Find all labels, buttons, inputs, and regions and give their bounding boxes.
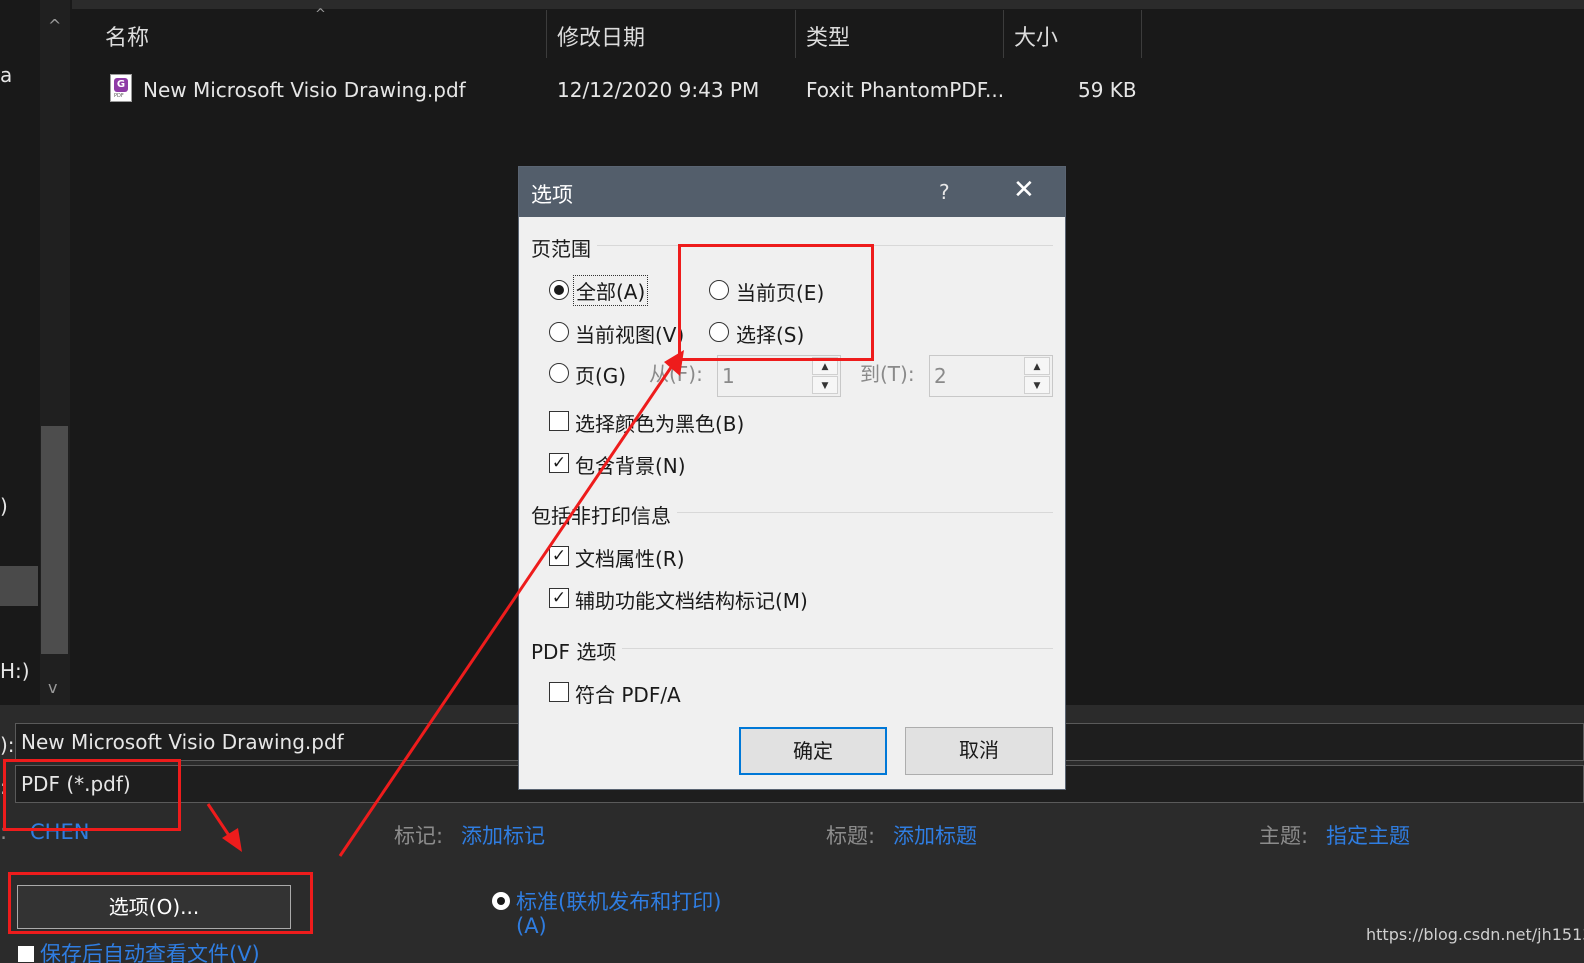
scroll-up-icon[interactable]: ^ xyxy=(48,16,61,35)
column-header-type[interactable]: 类型 xyxy=(806,20,850,52)
annotation-box-filetype xyxy=(3,759,181,831)
to-label: 到(T): xyxy=(860,362,915,386)
file-date: 12/12/2020 9:43 PM xyxy=(557,78,760,102)
watermark: https://blog.csdn.net/jh1513 xyxy=(1366,925,1584,944)
column-header-name[interactable]: 名称 xyxy=(105,20,149,52)
open-after-save-checkbox[interactable] xyxy=(18,946,34,962)
from-spinbox[interactable]: 1 ▲ ▼ xyxy=(717,355,841,397)
dialog-title: 选项 xyxy=(531,183,573,207)
foxit-pdf-file-icon: G PDF xyxy=(110,74,132,102)
cancel-button[interactable]: 取消 xyxy=(905,727,1053,775)
address-bar-edge xyxy=(72,0,1584,9)
help-icon[interactable]: ? xyxy=(939,180,950,204)
spin-up-icon[interactable]: ▲ xyxy=(1024,357,1050,375)
page-range-current-view-label[interactable]: 当前视图(V) xyxy=(575,319,684,348)
include-background-checkbox[interactable]: ✓ xyxy=(549,453,569,473)
file-size: 59 KB xyxy=(1078,78,1137,102)
set-subject-link[interactable]: 指定主题 xyxy=(1326,820,1410,850)
spin-down-icon[interactable]: ▼ xyxy=(1024,376,1050,394)
annotation-box-options-button xyxy=(8,872,313,934)
dialog-title-bar[interactable]: 选项 ? ✕ xyxy=(519,167,1065,217)
non-print-group-title: 包括非打印信息 xyxy=(531,500,677,529)
column-divider[interactable] xyxy=(795,10,796,58)
document-properties-label[interactable]: 文档属性(R) xyxy=(575,543,685,572)
navigation-selected-item[interactable] xyxy=(0,566,38,606)
to-spinbox[interactable]: 2 ▲ ▼ xyxy=(929,355,1053,397)
open-after-save-label[interactable]: 保存后自动查看文件(V) xyxy=(40,938,260,963)
to-value[interactable]: 2 xyxy=(934,364,947,388)
nav-item-fragment[interactable]: ) xyxy=(0,494,8,518)
column-header-date[interactable]: 修改日期 xyxy=(557,20,645,52)
black-color-checkbox[interactable] xyxy=(549,411,569,431)
nav-item-fragment[interactable]: a xyxy=(0,63,12,87)
optimize-standard-label[interactable]: 标准(联机发布和打印) xyxy=(516,886,721,916)
subject-label: 主题: xyxy=(1259,824,1309,848)
optimize-standard-label-key[interactable]: (A) xyxy=(516,914,547,938)
column-divider[interactable] xyxy=(546,10,547,58)
structure-tags-label[interactable]: 辅助功能文档结构标记(M) xyxy=(575,585,808,614)
spin-down-icon[interactable]: ▼ xyxy=(812,376,838,394)
ok-button[interactable]: 确定 xyxy=(739,727,887,775)
column-divider[interactable] xyxy=(1003,10,1004,58)
page-range-current-view-radio[interactable] xyxy=(549,322,569,342)
page-range-pages-radio[interactable] xyxy=(549,363,569,383)
add-title-link[interactable]: 添加标题 xyxy=(893,820,977,850)
close-icon[interactable]: ✕ xyxy=(1013,175,1035,205)
tags-label: 标记: xyxy=(394,824,444,848)
optimize-standard-radio[interactable] xyxy=(492,892,510,910)
document-properties-checkbox[interactable]: ✓ xyxy=(549,546,569,566)
page-range-all-radio[interactable] xyxy=(549,280,569,300)
navigation-scroll-thumb[interactable] xyxy=(41,426,68,654)
title-label: 标题: xyxy=(826,824,876,848)
filename-label: ): xyxy=(0,733,15,757)
sort-ascending-icon: ^ xyxy=(315,7,326,22)
black-color-label[interactable]: 选择颜色为黑色(B) xyxy=(575,408,744,437)
page-range-pages-label[interactable]: 页(G) xyxy=(575,360,626,389)
annotation-box-current-page xyxy=(678,244,874,361)
pdfa-label[interactable]: 符合 PDF/A xyxy=(575,679,681,708)
file-name[interactable]: New Microsoft Visio Drawing.pdf xyxy=(143,78,466,102)
column-header-size[interactable]: 大小 xyxy=(1014,20,1058,52)
scroll-down-icon[interactable]: v xyxy=(48,678,57,697)
from-label: 从(F): xyxy=(649,362,703,386)
page-range-all-label[interactable]: 全部(A) xyxy=(573,275,649,306)
from-value[interactable]: 1 xyxy=(722,364,735,388)
pdf-options-group-title: PDF 选项 xyxy=(531,636,623,665)
column-divider[interactable] xyxy=(1141,10,1142,58)
include-background-label[interactable]: 包含背景(N) xyxy=(575,450,686,479)
nav-item-drive[interactable]: H:) xyxy=(0,659,30,683)
page-range-group-title: 页范围 xyxy=(531,233,597,262)
file-type: Foxit PhantomPDF... xyxy=(806,78,1005,102)
pdfa-checkbox[interactable] xyxy=(549,682,569,702)
structure-tags-checkbox[interactable]: ✓ xyxy=(549,588,569,608)
add-tags-link[interactable]: 添加标记 xyxy=(461,820,545,850)
